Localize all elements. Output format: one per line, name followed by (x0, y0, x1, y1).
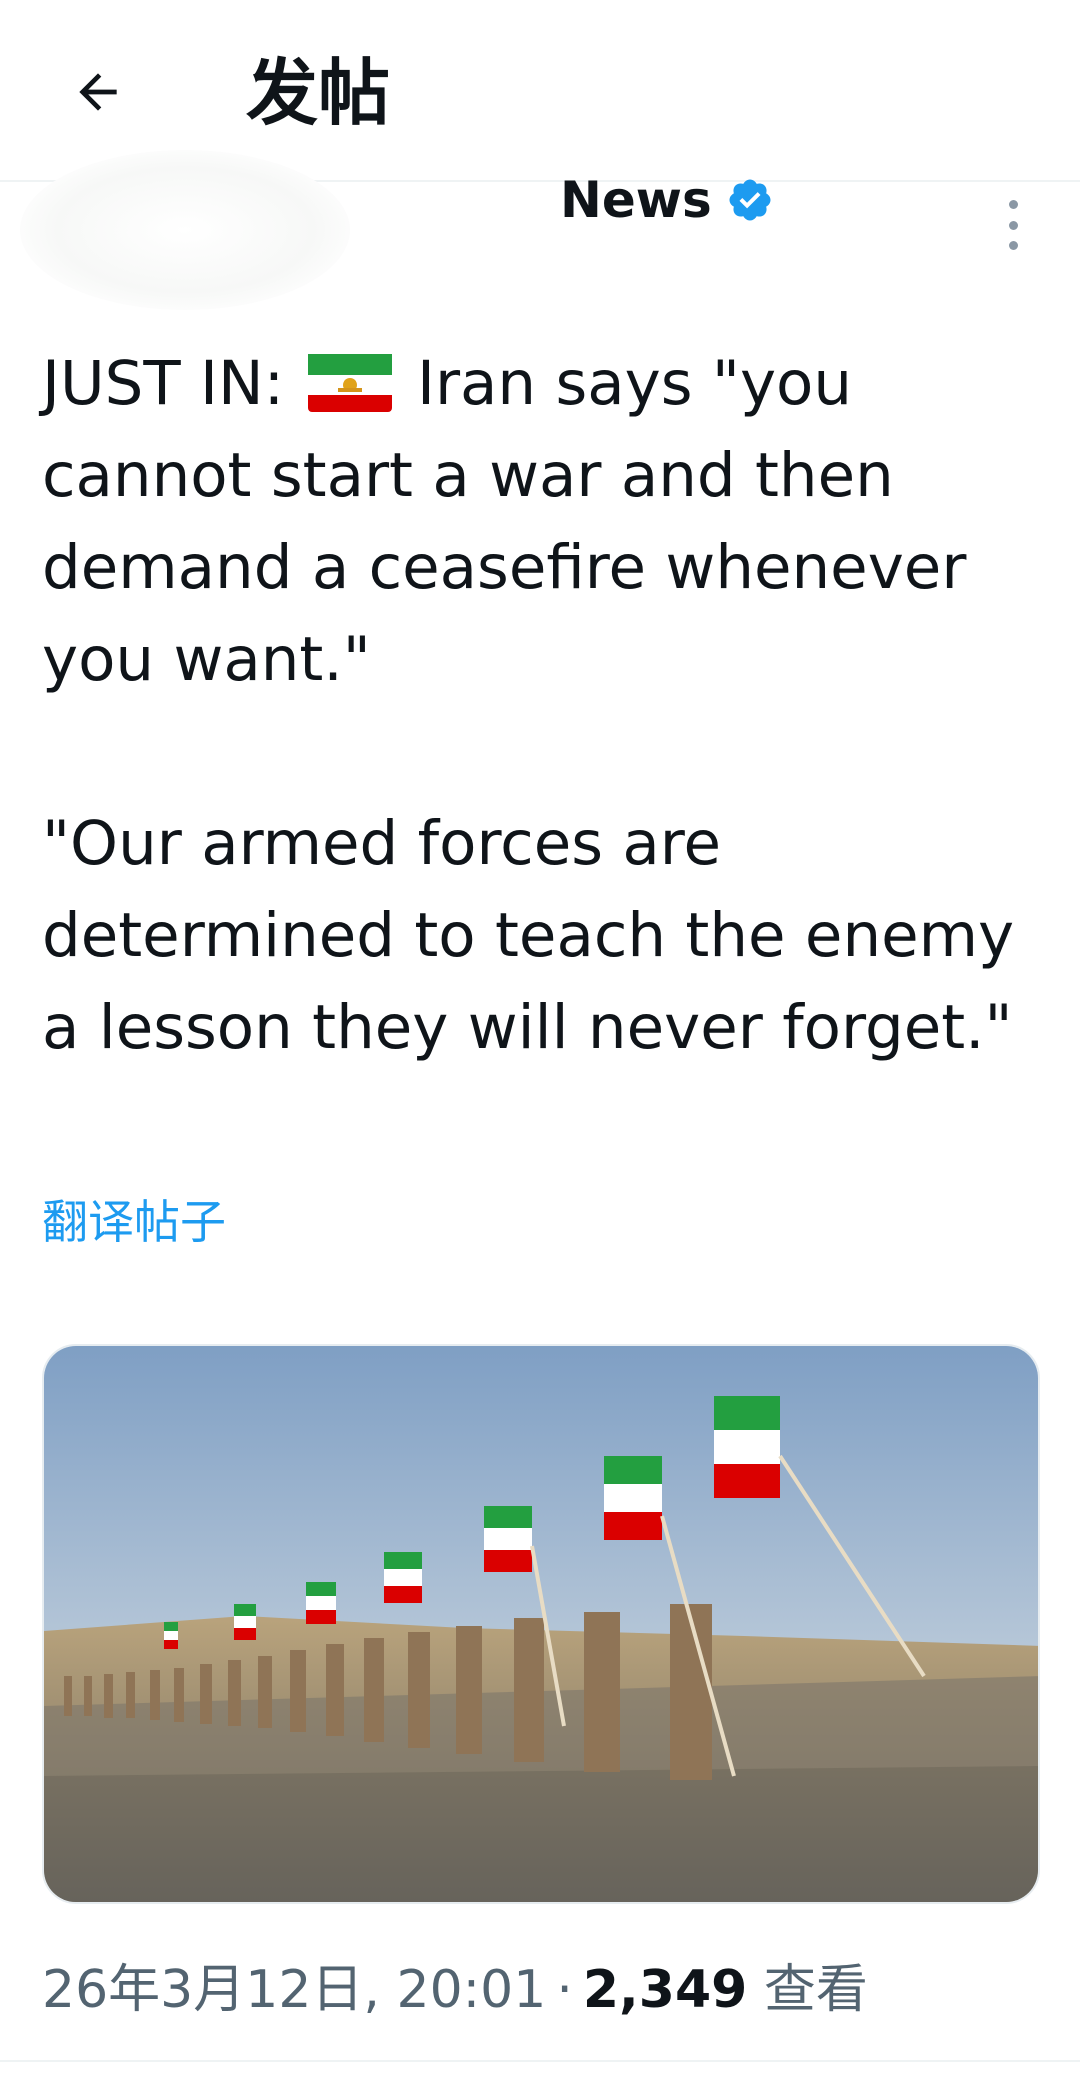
page-title: 发帖 (246, 51, 391, 135)
post-paragraph-2: "Our armed forces are determined to teac… (42, 808, 1015, 1063)
iran-flag-icon (307, 350, 392, 412)
translate-post-link[interactable]: 翻译帖子 (42, 1192, 226, 1252)
post-lead: JUST IN: (42, 348, 285, 419)
arrow-left-icon (79, 73, 117, 111)
post-detail-page: 发帖 News JUST IN: Iran says "you cannot s… (0, 0, 1080, 2074)
divider (0, 2060, 1080, 2062)
avatar[interactable] (20, 150, 350, 310)
post-paragraph-1: JUST IN: Iran says "you cannot start a w… (42, 338, 1042, 706)
author-display-name[interactable]: News (560, 170, 774, 230)
post-body: JUST IN: Iran says "you cannot start a w… (42, 338, 1042, 1074)
soldiers-with-flags-photo (44, 1346, 1038, 1902)
more-dot (1008, 220, 1018, 230)
views-label: 查看 (763, 1960, 868, 2020)
verified-badge-icon (729, 179, 771, 221)
post-timestamp[interactable]: 26年3月12日, 20:01 (42, 1960, 546, 2020)
meta-separator: · (556, 1960, 573, 2020)
more-options-button[interactable] (995, 200, 1031, 250)
author-name-text: News (560, 171, 712, 229)
post-image[interactable] (42, 1344, 1040, 1904)
more-vertical-icon (1008, 200, 1018, 209)
post-meta: 26年3月12日, 20:01 · 2,349 查看 (42, 1955, 868, 2025)
back-button[interactable] (58, 52, 138, 132)
views-count: 2,349 (582, 1960, 748, 2020)
more-dot (1008, 241, 1018, 250)
